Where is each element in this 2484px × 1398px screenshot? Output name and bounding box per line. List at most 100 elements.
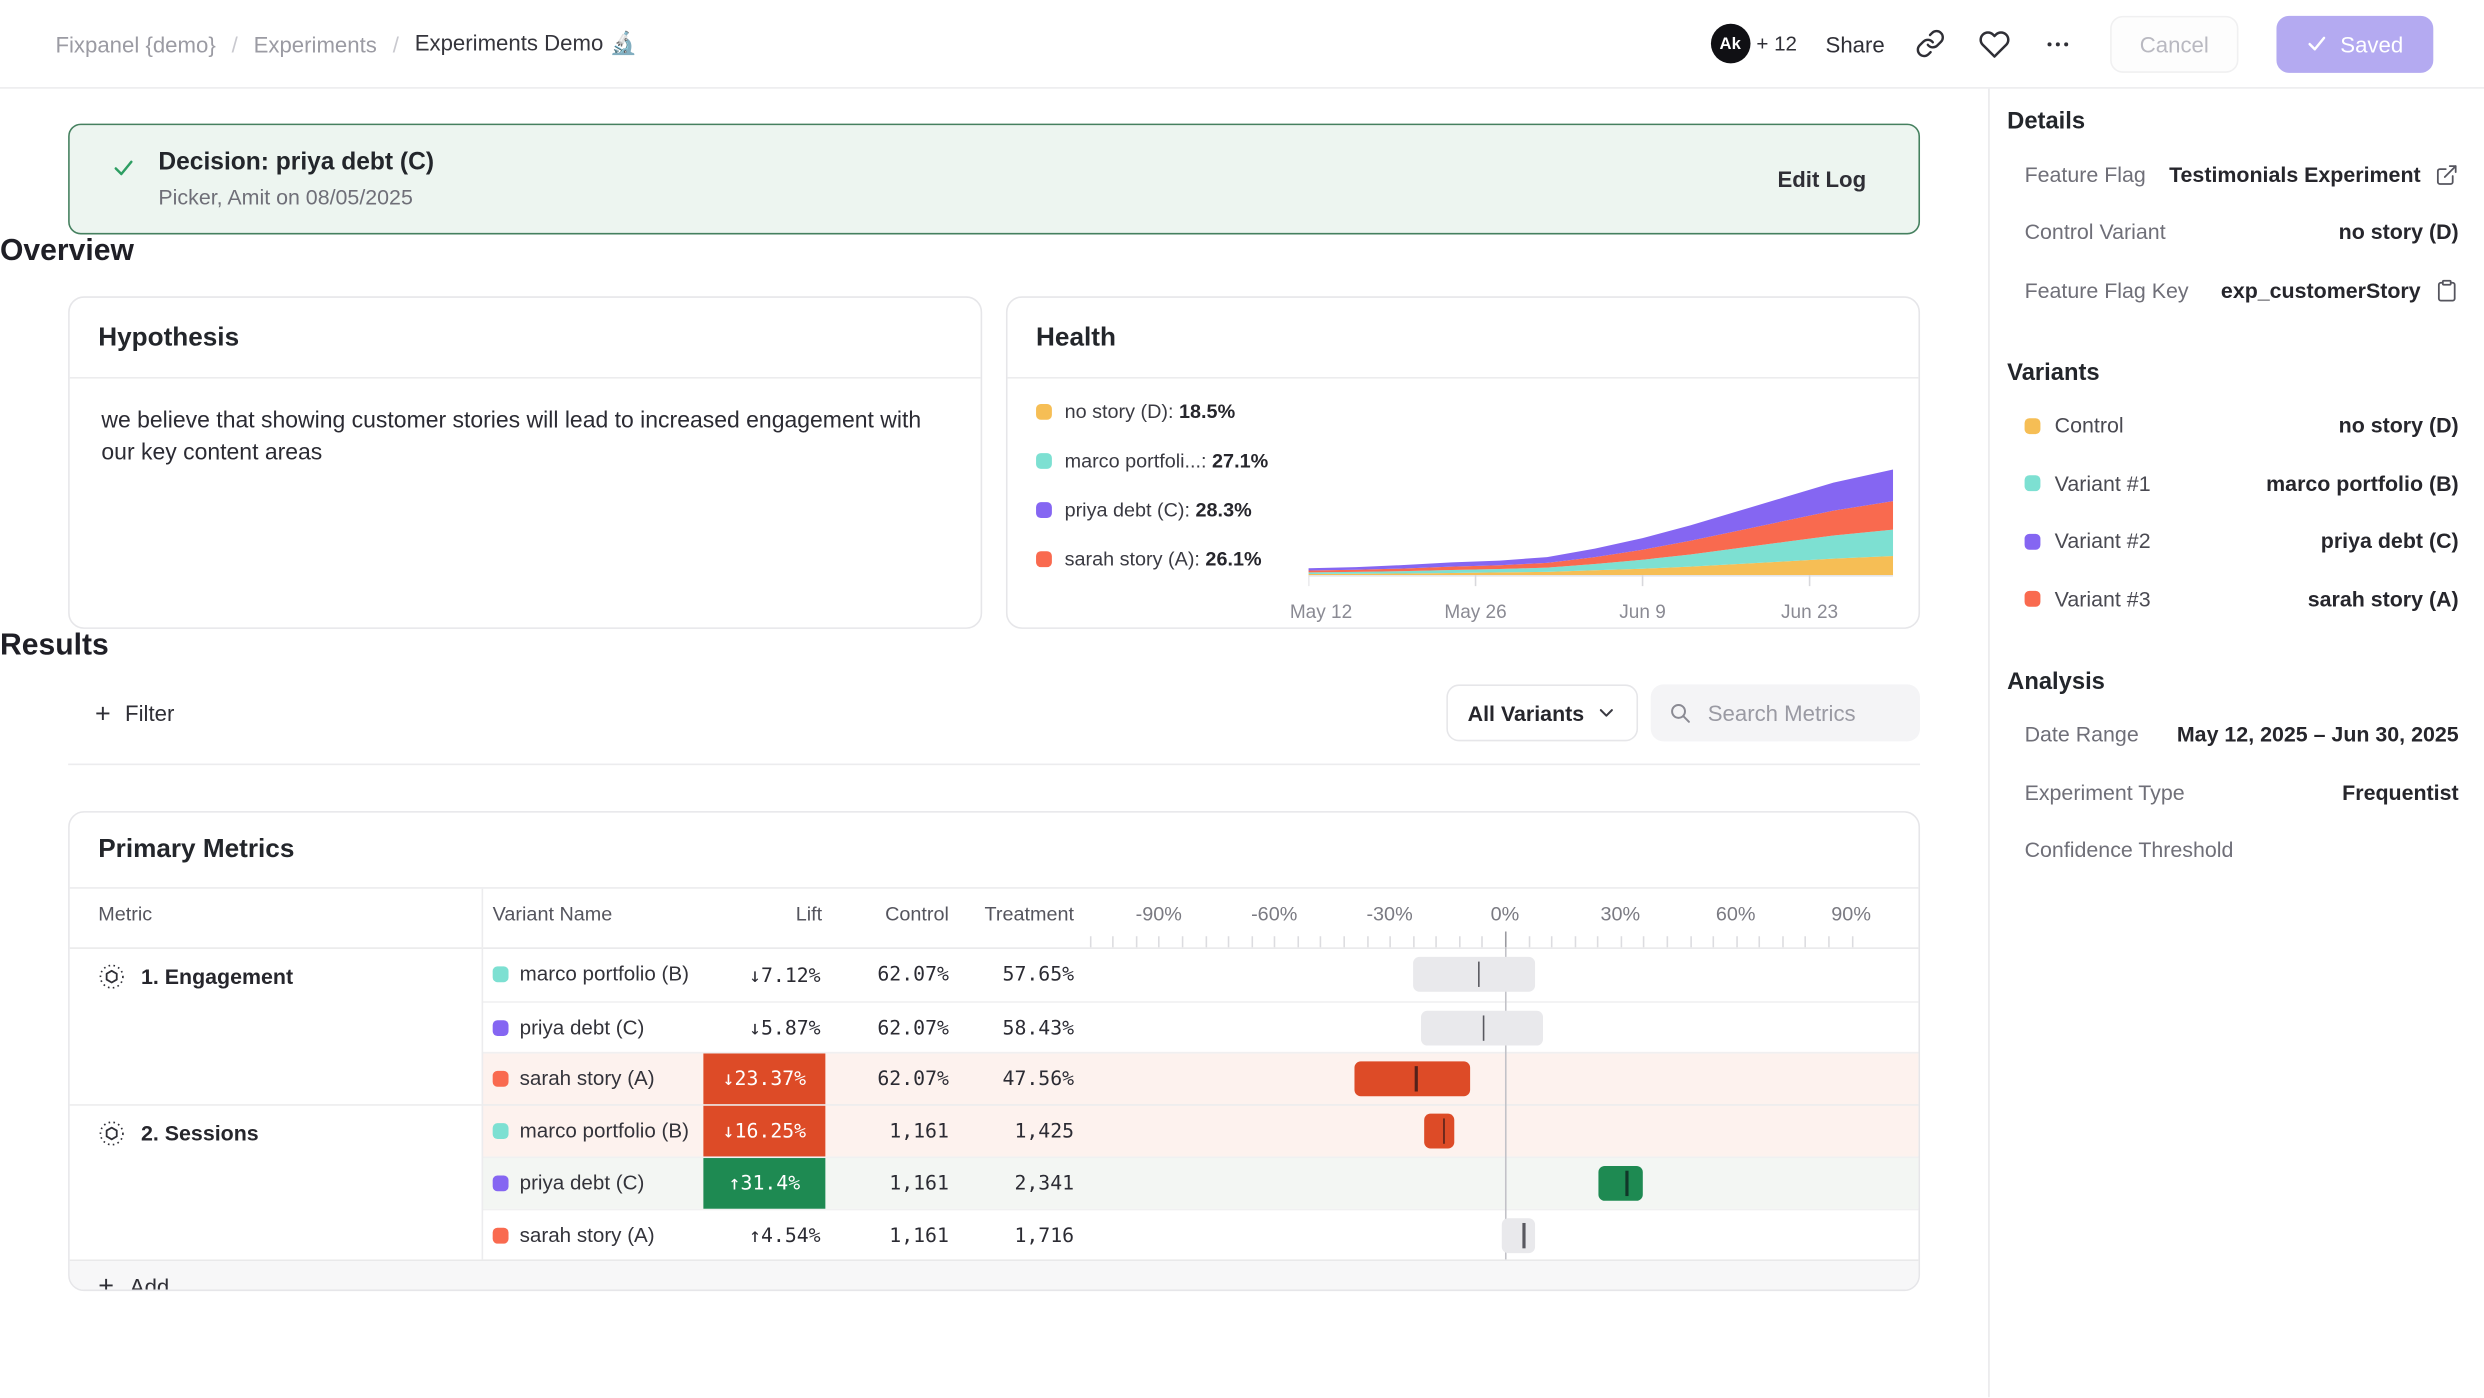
filter-label: Filter [125, 700, 174, 725]
breadcrumb-experiments[interactable]: Experiments [254, 31, 377, 56]
axis-tick-label: -60% [1251, 903, 1297, 925]
variant-name: sarah story (A) [520, 1222, 655, 1246]
variant-name: marco portfolio (B) [520, 962, 689, 986]
saved-button-label: Saved [2340, 31, 2403, 56]
col-variant-header: Variant Name [493, 903, 613, 925]
sidebar-row-label: Feature Flag Key [2025, 278, 2189, 302]
zero-percent-line [1505, 947, 1507, 1259]
table-row[interactable]: marco portfolio (B)↓16.25%1,1611,425 [482, 1105, 1919, 1156]
variant-name: sarah story (A) [520, 1066, 655, 1090]
search-input[interactable] [1705, 699, 1903, 728]
table-row[interactable]: priya debt (C)↑31.4%1,1612,341 [482, 1156, 1919, 1207]
favorite-heart-icon[interactable] [1977, 26, 2012, 61]
main-content: Decision: priya debt (C) Picker, Amit on… [0, 89, 1988, 1398]
avatar[interactable]: Ak [1710, 24, 1750, 64]
details-heading: Details [2007, 108, 2458, 135]
analysis-heading: Analysis [2007, 668, 2458, 695]
variant-rows: marco portfolio (B)↓16.25%1,1611,425 priy… [482, 1105, 1919, 1259]
ruler-tick [1159, 936, 1161, 947]
topbar-actions: Ak + 12 Share Cancel Saved [1710, 15, 2433, 72]
check-icon [112, 152, 134, 206]
lift-text: ↑31.4% [729, 1171, 801, 1195]
treatment-value: 2,341 [916, 1171, 1074, 1195]
collaborator-avatars[interactable]: Ak + 12 [1710, 24, 1797, 64]
lift-text: ↓16.25% [723, 1119, 806, 1143]
variant-color-swatch [2025, 591, 2041, 607]
ruler-tick [1551, 936, 1553, 947]
sidebar-row-label: Control Variant [2025, 221, 2166, 245]
axis-tick-label: -90% [1136, 903, 1182, 925]
sidebar-row-label: Control [2055, 414, 2124, 438]
lift-point-marker [1522, 1222, 1524, 1247]
breadcrumb-separator: / [232, 31, 238, 56]
sidebar-row: Confidence Threshold [2007, 821, 2458, 879]
metric-cell[interactable]: 1. Engagement [70, 949, 482, 1103]
edit-log-button[interactable]: Edit Log [1777, 166, 1866, 191]
results-heading: Results [0, 629, 1988, 664]
details-sidebar: Details Feature FlagTestimonials Experim… [1988, 89, 2484, 1398]
table-row[interactable]: sarah story (A)↑4.54%1,1611,716 [482, 1208, 1919, 1259]
ruler-tick [1205, 936, 1207, 947]
hypothesis-card: Hypothesis we believe that showing custo… [68, 296, 982, 629]
breadcrumb-project[interactable]: Fixpanel {demo} [55, 31, 215, 56]
variants-filter-dropdown[interactable]: All Variants [1447, 684, 1638, 741]
sidebar-row: Variant #3sarah story (A) [2007, 570, 2458, 628]
variant-color-swatch [2025, 533, 2041, 549]
breadcrumb: Fixpanel {demo} / Experiments / Experime… [55, 30, 637, 57]
col-treatment-header: Treatment [947, 903, 1074, 925]
metric-name: 1. Engagement [141, 963, 293, 988]
hypothesis-body: we believe that showing customer stories… [70, 379, 957, 496]
ruler-tick [1274, 936, 1276, 947]
lift-point-marker [1415, 1066, 1417, 1091]
variant-swatch [493, 1227, 509, 1243]
add-metric-label: Add [130, 1273, 169, 1291]
axis-tick-label: 60% [1716, 903, 1756, 925]
lift-point-marker [1626, 1171, 1628, 1196]
search-icon [1668, 700, 1692, 725]
add-filter-button[interactable]: + Filter [95, 699, 174, 726]
ruler-tick [1251, 936, 1253, 947]
sidebar-row: Control Variantno story (D) [2007, 204, 2458, 262]
sidebar-row-value: sarah story (A) [2151, 587, 2459, 611]
ruler-tick [1736, 936, 1738, 947]
topbar: Fixpanel {demo} / Experiments / Experime… [0, 0, 2484, 89]
table-row[interactable]: priya debt (C)↓5.87%62.07%58.43% [482, 1000, 1919, 1051]
axis-tick-label: 30% [1601, 903, 1641, 925]
details-rows: Feature FlagTestimonials ExperimentContr… [2007, 146, 2458, 319]
ruler-tick [1320, 936, 1322, 947]
more-options-icon[interactable] [2040, 26, 2075, 61]
sidebar-row-value: Frequentist [2185, 781, 2459, 805]
metrics-search[interactable] [1651, 684, 1920, 741]
share-button[interactable]: Share [1826, 31, 1885, 56]
ruler-tick [1805, 936, 1807, 947]
sidebar-row-label: Confidence Threshold [2025, 838, 2234, 862]
variant-name: priya debt (C) [520, 1171, 645, 1195]
ruler-tick [1459, 936, 1461, 947]
copy-link-icon[interactable] [1913, 26, 1948, 61]
sidebar-row-value: no story (D) [2166, 221, 2459, 245]
external-link-icon[interactable] [2435, 163, 2459, 187]
sidebar-row-label: Feature Flag [2025, 163, 2146, 187]
ruler-tick [1690, 936, 1692, 947]
variant-swatch [493, 1019, 509, 1035]
table-row[interactable]: sarah story (A)↓23.37%62.07%47.56% [482, 1052, 1919, 1103]
table-row[interactable]: marco portfolio (B)↓7.12%62.07%57.65% [482, 949, 1919, 1000]
ruler-tick [1574, 936, 1576, 947]
add-metric-button[interactable]: + Add [70, 1259, 1919, 1291]
metric-cell[interactable]: 2. Sessions [70, 1105, 482, 1259]
legend-swatch [1036, 502, 1052, 518]
saved-button[interactable]: Saved [2277, 15, 2433, 72]
sidebar-row-label: Variant #3 [2055, 587, 2151, 611]
variant-swatch [493, 966, 509, 982]
health-legend-item: priya debt (C): 28.3% [1036, 499, 1308, 521]
legend-value: 18.5% [1179, 401, 1235, 423]
sidebar-row-value: exp_customerStory [2189, 278, 2421, 302]
ruler-tick [1390, 936, 1392, 947]
ruler-tick [1851, 936, 1853, 947]
axis-tick-label: 90% [1831, 903, 1871, 925]
sidebar-row: Variant #1marco portfolio (B) [2007, 455, 2458, 513]
clipboard-icon[interactable] [2435, 278, 2459, 302]
cancel-button[interactable]: Cancel [2110, 15, 2239, 72]
overview-heading: Overview [0, 234, 1988, 269]
collaborator-count: + 12 [1756, 32, 1797, 56]
